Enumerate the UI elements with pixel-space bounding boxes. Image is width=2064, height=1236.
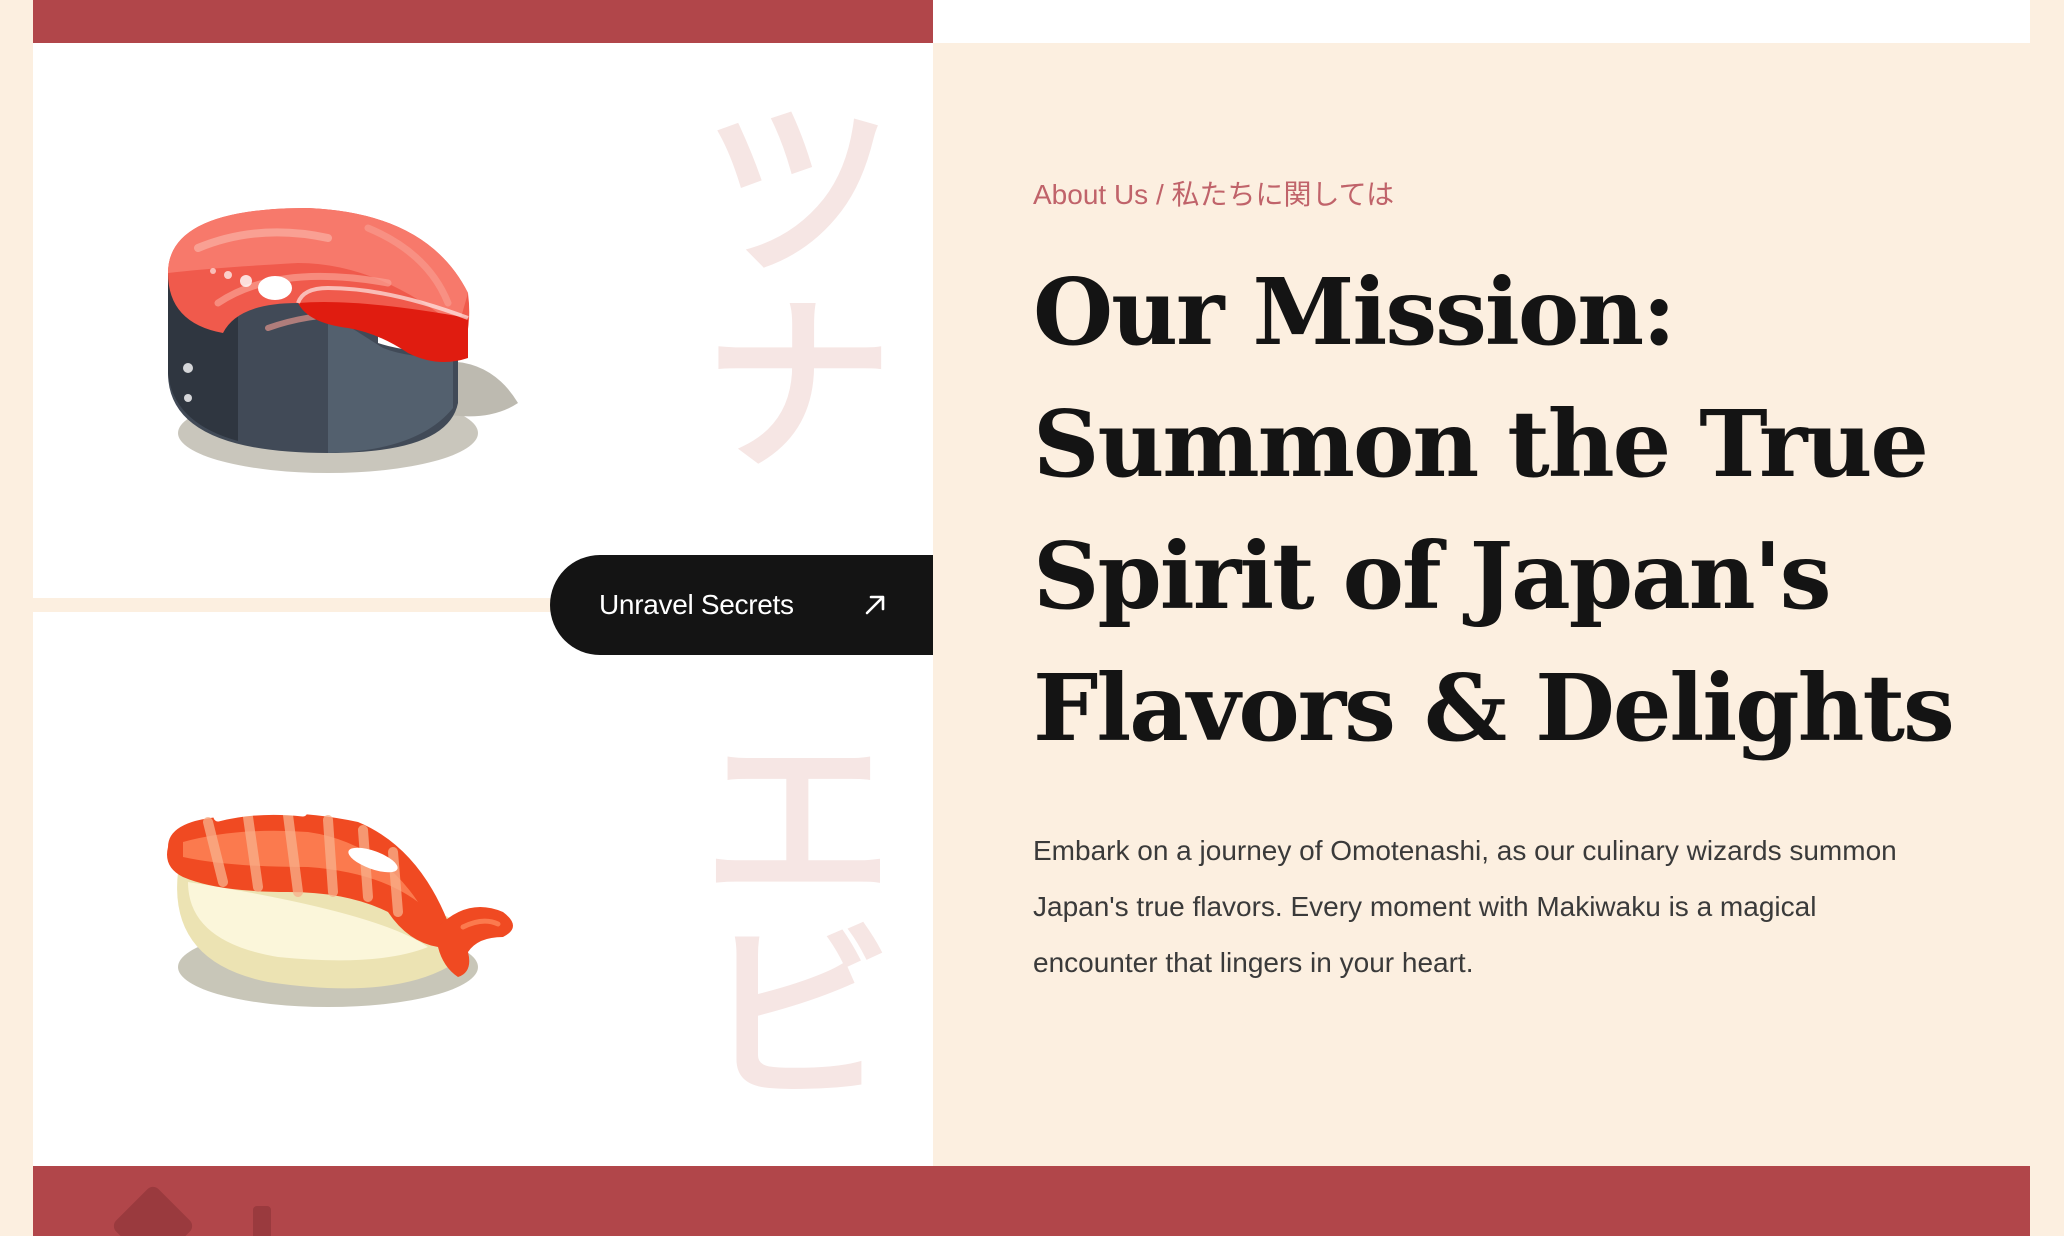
bottom-banner-red (33, 1166, 2030, 1236)
cta-label: Unravel Secrets (599, 589, 794, 620)
headline-line: Summon the True (1033, 390, 1929, 498)
arrow-up-right-icon (865, 595, 885, 615)
description-line: Embark on a journey of Omotenashi, as ou… (1033, 835, 1897, 866)
kana-watermark: ビ (702, 906, 893, 1127)
top-banner-white (933, 0, 2030, 43)
about-section: ツ ナ エ ビ Unravel Secrets About Us / 私たちに関… (0, 0, 2064, 1236)
decorative-shape (253, 1206, 271, 1236)
mission-headline: Our Mission: Summon the True Spirit of J… (1033, 246, 1983, 774)
headline-line: Flavors & Delights (1033, 654, 1955, 762)
kana-watermark: ナ (702, 277, 893, 498)
section-eyebrow: About Us / 私たちに関しては (1033, 179, 1395, 210)
unravel-secrets-button[interactable]: Unravel Secrets (550, 555, 933, 655)
panel-divider (33, 598, 553, 612)
description-line: Japan's true flavors. Every moment with … (1033, 891, 1817, 922)
about-content: About Us / 私たちに関しては Our Mission: Summon … (933, 43, 2030, 1166)
ebi-nigiri-illustration (167, 805, 513, 1007)
decorative-shape (110, 1183, 196, 1236)
kana-watermark: ツ (702, 82, 893, 303)
kana-watermark: エ (702, 711, 893, 932)
headline-line: Our Mission: (1033, 258, 1676, 366)
ebi-panel: エ ビ (33, 612, 933, 1166)
mission-description: Embark on a journey of Omotenashi, as ou… (1033, 823, 1933, 991)
top-banner-red (33, 0, 933, 43)
tuna-panel: ツ ナ (33, 43, 933, 598)
headline-line: Spirit of Japan's (1033, 522, 1832, 630)
description-line: encounter that lingers in your heart. (1033, 947, 1474, 978)
tuna-steak-illustration (168, 208, 518, 473)
